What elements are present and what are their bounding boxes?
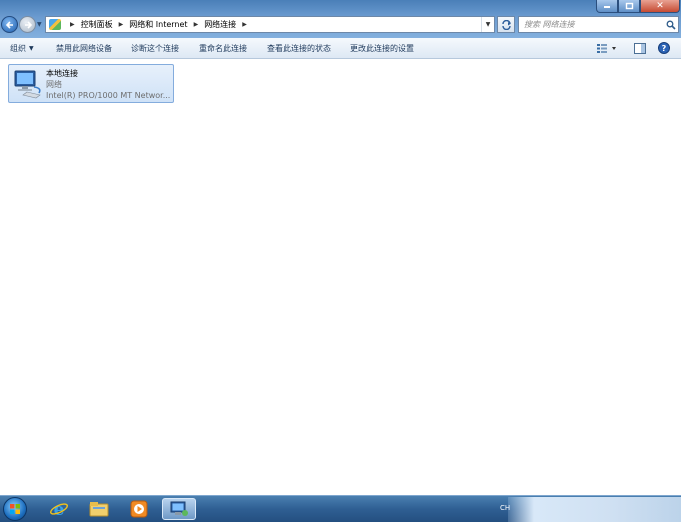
ie-icon[interactable]: e (42, 498, 76, 520)
search-input[interactable]: 搜索 网络连接 (519, 19, 664, 30)
minimize-button[interactable] (596, 0, 618, 13)
connection-name: 本地连接 (46, 69, 78, 78)
views-icon[interactable] (596, 41, 618, 55)
breadcrumb-network-connections[interactable]: 网络连接 (204, 19, 236, 30)
help-icon[interactable]: ? (657, 41, 671, 55)
tray-notification-area (508, 497, 681, 522)
connection-tile-local[interactable]: 本地连接 网络 Intel(R) PRO/1000 MT Networ... (8, 64, 174, 103)
rename-connection-button[interactable]: 重命名此连接 (199, 38, 247, 58)
recent-pages-dropdown[interactable]: ▼ (37, 21, 42, 28)
windows-logo-icon (10, 504, 20, 514)
disable-device-button[interactable]: 禁用此网络设备 (56, 38, 112, 58)
chevron-right-icon[interactable]: ▶ (242, 21, 247, 28)
svg-text:e: e (54, 500, 65, 518)
connection-device: Intel(R) PRO/1000 MT Networ... (46, 91, 171, 100)
refresh-icon (501, 19, 511, 30)
chevron-right-icon[interactable]: ▶ (119, 21, 124, 28)
breadcrumb-network-internet[interactable]: 网络和 Internet (129, 19, 187, 30)
search-box[interactable]: 搜索 网络连接 (518, 16, 679, 33)
network-connections-icon[interactable] (162, 498, 196, 520)
organize-menu[interactable]: 组织 ▼ (10, 38, 34, 58)
window-controls: ✕ (596, 0, 680, 13)
chevron-right-icon[interactable]: ▶ (194, 21, 199, 28)
window-titlebar: ✕ ▼ ▶ 控制面板 ▶ 网络和 Internet ▶ 网络连接 ▶ ▼ 搜索 … (0, 0, 681, 38)
system-tray: CH (492, 497, 681, 522)
connection-status: 网络 (46, 80, 62, 89)
chevron-down-icon: ▼ (29, 44, 34, 52)
command-bar: 组织 ▼ 禁用此网络设备 诊断这个连接 重命名此连接 查看此连接的状态 更改此连… (0, 38, 681, 59)
network-adapter-icon (14, 70, 41, 99)
minimize-icon (604, 6, 610, 8)
address-dropdown[interactable]: ▼ (481, 17, 494, 32)
svg-text:?: ? (662, 44, 667, 53)
preview-pane-icon[interactable] (633, 41, 647, 55)
chevron-right-icon[interactable]: ▶ (70, 21, 75, 28)
arrow-left-icon (5, 20, 13, 29)
close-button[interactable]: ✕ (640, 0, 680, 13)
breadcrumb-control-panel[interactable]: 控制面板 (81, 19, 113, 30)
search-icon[interactable] (664, 20, 678, 30)
control-panel-icon (49, 19, 61, 30)
diagnose-connection-button[interactable]: 诊断这个连接 (131, 38, 179, 58)
taskbar: e CH (0, 495, 681, 522)
explorer-icon[interactable] (82, 498, 116, 520)
address-bar[interactable]: ▶ 控制面板 ▶ 网络和 Internet ▶ 网络连接 ▶ ▼ (45, 16, 495, 33)
change-settings-button[interactable]: 更改此连接的设置 (350, 38, 414, 58)
back-button[interactable] (1, 16, 18, 33)
maximize-button[interactable] (618, 0, 640, 13)
maximize-icon (625, 2, 633, 10)
close-icon: ✕ (656, 1, 664, 11)
view-status-button[interactable]: 查看此连接的状态 (267, 38, 331, 58)
refresh-button[interactable] (497, 16, 515, 33)
connections-list: 本地连接 网络 Intel(R) PRO/1000 MT Networ... (0, 59, 681, 495)
organize-label: 组织 (10, 43, 26, 53)
forward-button[interactable] (19, 16, 36, 33)
start-button[interactable] (3, 497, 27, 521)
arrow-right-icon (24, 20, 32, 29)
media-player-icon[interactable] (122, 498, 156, 520)
